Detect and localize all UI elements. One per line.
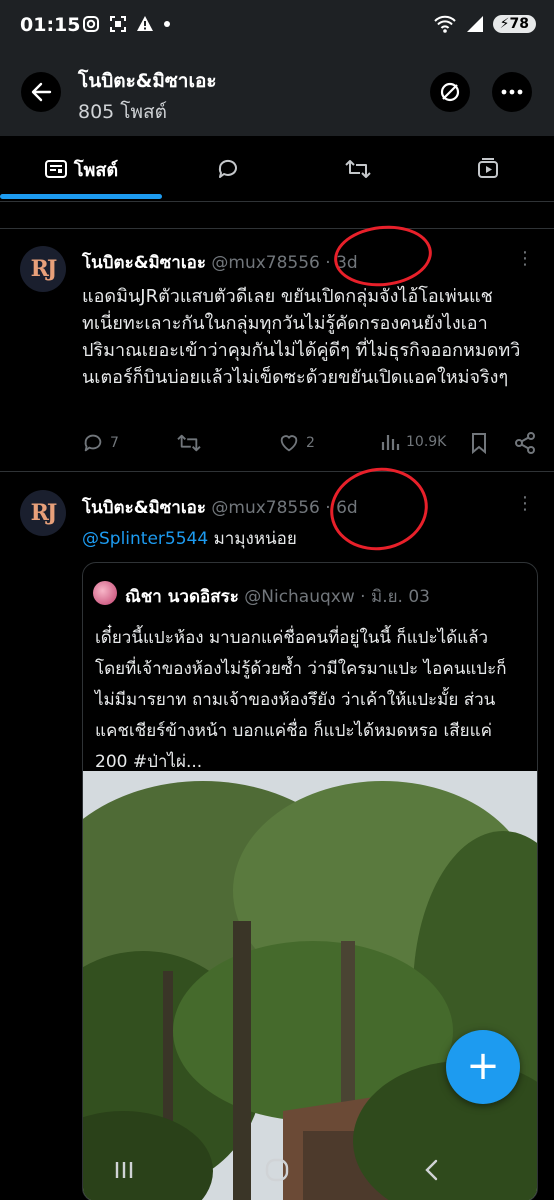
hide-icon	[440, 82, 460, 102]
quoted-date: มิ.ย. 03	[370, 587, 430, 607]
divider	[0, 471, 554, 472]
reply-text: มามุงหน่อย	[213, 529, 297, 549]
author-handle[interactable]: @mux78556	[211, 498, 319, 518]
arrow-left-icon	[31, 82, 52, 102]
dot-icon	[164, 21, 170, 27]
avatar-initials: RJ	[30, 500, 58, 526]
profile-name: โนบิตะ&มิซาเอะ	[78, 70, 217, 92]
post-more-button[interactable]: ⋮	[516, 248, 534, 269]
quoted-author-handle: @Nichauqxw	[244, 587, 355, 607]
post-meta: โนบิตะ&มิซาเอะ @mux78556 · 3d	[82, 249, 358, 276]
annotation-circle	[323, 460, 435, 558]
system-nav-bar	[0, 1140, 554, 1200]
profile-tabs: โพสต์	[0, 136, 554, 202]
battery-value: 78	[509, 16, 529, 32]
quoted-photo[interactable]	[83, 771, 537, 1200]
avatar[interactable]: RJ	[20, 246, 66, 292]
quoted-author-name: ณิชา นวดอิสระ	[125, 587, 239, 607]
meta-separator: ·	[360, 587, 366, 607]
more-horizontal-icon	[501, 89, 523, 95]
like-button[interactable]: 2	[278, 432, 315, 454]
mention-link[interactable]: @Splinter5544	[82, 529, 208, 549]
post-meta: โนบิตะ&มิซาเอะ @mux78556 · 6d	[82, 494, 358, 521]
post-count: 805 โพสต์	[78, 101, 167, 123]
share-button[interactable]	[514, 432, 536, 454]
home-icon	[265, 1158, 289, 1182]
quoted-post[interactable]: ณิชา นวดอิสระ @Nichauqxw · มิ.ย. 03 เดี๋…	[82, 562, 538, 1200]
screenshot-icon	[110, 16, 126, 32]
reply-icon	[218, 159, 237, 178]
status-notification-icons	[82, 15, 171, 33]
posts-icon	[44, 160, 67, 178]
post-text: แอดมินJRตัวแสบตัวดีเลย ขยันเปิดกลุ่มจังไ…	[82, 286, 521, 388]
bookmark-button[interactable]	[470, 432, 488, 454]
tab-reposts[interactable]	[320, 136, 396, 202]
warning-icon	[137, 16, 153, 31]
tab-media[interactable]	[450, 136, 526, 202]
meta-separator: ·	[325, 253, 331, 273]
hide-button[interactable]	[430, 72, 470, 112]
profile-header: โนบิตะ&มิซาเอะ 805 โพสต์	[0, 52, 554, 136]
post-actions: 7 2 10.9K	[82, 432, 537, 458]
recent-apps-button[interactable]	[104, 1152, 144, 1188]
wifi-icon	[433, 15, 456, 33]
divider	[0, 228, 554, 229]
quoted-meta: ณิชา นวดอิสระ @Nichauqxw · มิ.ย. 03	[125, 583, 430, 610]
avatar-initials: RJ	[30, 256, 58, 282]
author-name[interactable]: โนบิตะ&มิซาเอะ	[82, 253, 206, 273]
compose-button[interactable]: +	[446, 1030, 520, 1104]
active-tab-indicator	[0, 194, 162, 199]
view-count: 10.9K	[406, 434, 447, 450]
system-back-button[interactable]	[412, 1152, 452, 1188]
back-button[interactable]	[21, 72, 61, 112]
avatar[interactable]: RJ	[20, 490, 66, 536]
battery-level: ⚡78	[492, 15, 536, 33]
reply-line: @Splinter5544 มามุงหน่อย	[82, 525, 297, 552]
annotation-circle	[331, 221, 435, 291]
back-icon	[425, 1159, 438, 1181]
repost-icon	[177, 434, 201, 452]
tab-posts[interactable]: โพสต์	[0, 136, 162, 202]
instagram-icon	[83, 16, 99, 32]
share-icon	[515, 432, 535, 454]
home-button[interactable]	[257, 1152, 297, 1188]
views-icon	[381, 435, 400, 450]
status-bar: 01:15 ⚡78	[0, 0, 554, 52]
media-icon	[478, 158, 498, 178]
author-name[interactable]: โนบิตะ&มิซาเอะ	[82, 498, 206, 518]
bookmark-icon	[472, 433, 486, 454]
reply-button[interactable]: 7	[82, 432, 119, 454]
tab-posts-label: โพสต์	[73, 159, 119, 181]
like-count: 2	[306, 435, 315, 451]
status-system-icons: ⚡78	[433, 14, 536, 34]
recent-apps-icon	[115, 1162, 133, 1178]
more-options-button[interactable]	[492, 72, 532, 112]
repost-button[interactable]	[177, 432, 207, 454]
views-button[interactable]: 10.9K	[380, 432, 446, 452]
quoted-avatar[interactable]	[93, 581, 117, 605]
author-handle[interactable]: @mux78556	[211, 253, 319, 273]
post-more-button[interactable]: ⋮	[516, 493, 534, 514]
reply-count: 7	[110, 435, 119, 451]
signal-icon	[466, 16, 483, 32]
trees-photo	[83, 771, 537, 1200]
repost-icon	[345, 160, 371, 178]
plus-icon: +	[466, 1042, 500, 1089]
status-time: 01:15	[20, 14, 81, 36]
tab-replies[interactable]	[190, 136, 266, 202]
reply-icon	[84, 434, 102, 452]
heart-icon	[280, 435, 298, 452]
quoted-text: เดี๋ยวนี้แปะห้อง มาบอกแค่ชื่อคนที่อยู่ใน…	[95, 628, 507, 772]
